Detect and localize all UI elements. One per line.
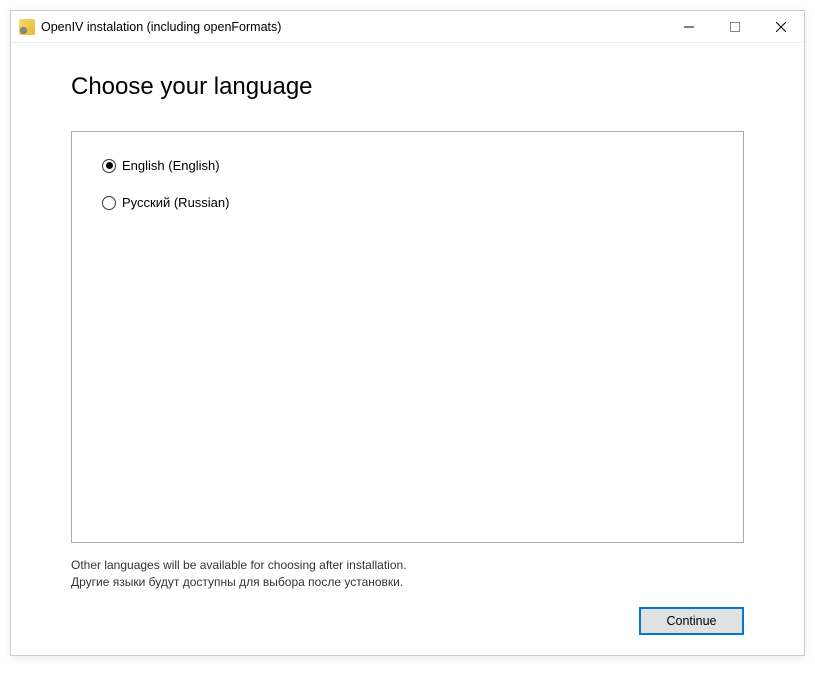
language-option-english[interactable]: English (English) (102, 158, 713, 173)
footer-note: Other languages will be available for ch… (71, 557, 744, 591)
page-heading: Choose your language (71, 73, 744, 101)
content-area: Choose your language English (English) Р… (11, 43, 804, 655)
language-label: English (English) (122, 158, 220, 173)
language-label: Русский (Russian) (122, 195, 229, 210)
maximize-icon (730, 22, 740, 32)
radio-icon (102, 196, 116, 210)
language-group: English (English) Русский (Russian) (71, 131, 744, 543)
continue-button-label: Continue (666, 614, 716, 628)
window-controls (666, 11, 804, 42)
note-line: Другие языки будут доступны для выбора п… (71, 574, 744, 591)
button-row: Continue (71, 607, 744, 635)
app-icon (19, 19, 35, 35)
close-button[interactable] (758, 11, 804, 42)
minimize-button[interactable] (666, 11, 712, 42)
window-title: OpenIV instalation (including openFormat… (41, 20, 666, 34)
titlebar: OpenIV instalation (including openFormat… (11, 11, 804, 43)
continue-button[interactable]: Continue (639, 607, 744, 635)
installer-window: OpenIV instalation (including openFormat… (10, 10, 805, 656)
close-icon (776, 22, 786, 32)
minimize-icon (684, 22, 694, 32)
maximize-button (712, 11, 758, 42)
radio-icon (102, 159, 116, 173)
language-option-russian[interactable]: Русский (Russian) (102, 195, 713, 210)
note-line: Other languages will be available for ch… (71, 557, 744, 574)
